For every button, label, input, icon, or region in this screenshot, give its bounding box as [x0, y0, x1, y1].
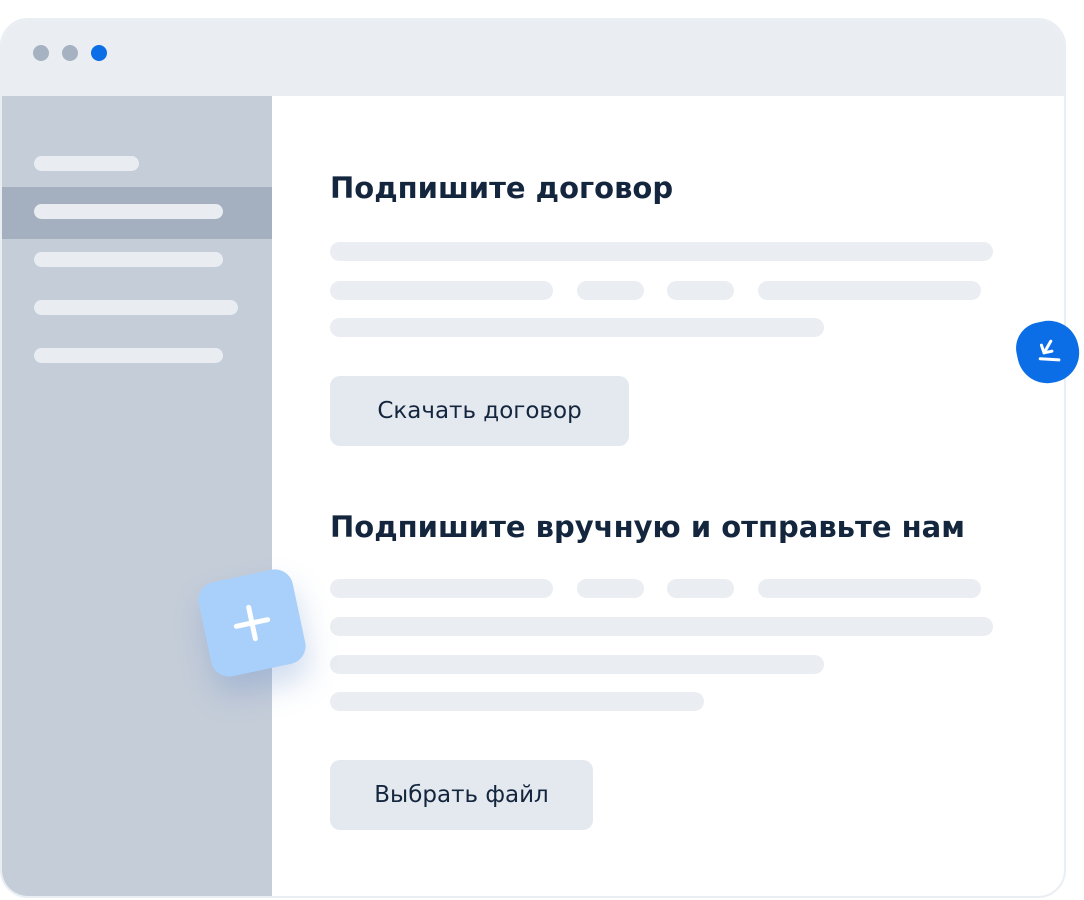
- text-placeholder-line: [330, 655, 824, 674]
- plus-icon: [228, 599, 275, 646]
- download-contract-button[interactable]: Скачать договор: [330, 376, 629, 446]
- section-heading-sign-manually: Подпишите вручную и отправьте нам: [330, 510, 965, 544]
- sidebar-item-1[interactable]: [34, 156, 139, 171]
- window-dot-3[interactable]: [91, 45, 107, 61]
- text-placeholder-line: [667, 281, 734, 300]
- text-placeholder-line: [758, 281, 981, 300]
- sidebar-item-3[interactable]: [34, 252, 223, 267]
- section-heading-sign-contract: Подпишите договор: [330, 171, 674, 205]
- sidebar: [2, 96, 272, 896]
- choose-file-button[interactable]: Выбрать файл: [330, 760, 593, 830]
- text-placeholder-line: [330, 318, 824, 337]
- text-placeholder-line: [577, 281, 644, 300]
- text-placeholder-line: [330, 281, 553, 300]
- text-placeholder-line: [330, 617, 993, 636]
- sidebar-item-5[interactable]: [34, 348, 223, 363]
- sidebar-item-4[interactable]: [34, 300, 238, 315]
- sidebar-item-2[interactable]: [34, 204, 223, 219]
- text-placeholder-line: [667, 579, 734, 598]
- browser-window: Подпишите договор Скачать договор Подпиш…: [0, 18, 1066, 898]
- text-placeholder-line: [758, 579, 981, 598]
- text-placeholder-line: [577, 579, 644, 598]
- window-dot-1[interactable]: [33, 45, 49, 61]
- window-titlebar: [2, 20, 1064, 96]
- download-icon: [1028, 332, 1068, 372]
- window-dot-2[interactable]: [62, 45, 78, 61]
- text-placeholder-line: [330, 242, 993, 261]
- text-placeholder-line: [330, 692, 704, 711]
- text-placeholder-line: [330, 579, 553, 598]
- add-file-badge[interactable]: [195, 566, 309, 680]
